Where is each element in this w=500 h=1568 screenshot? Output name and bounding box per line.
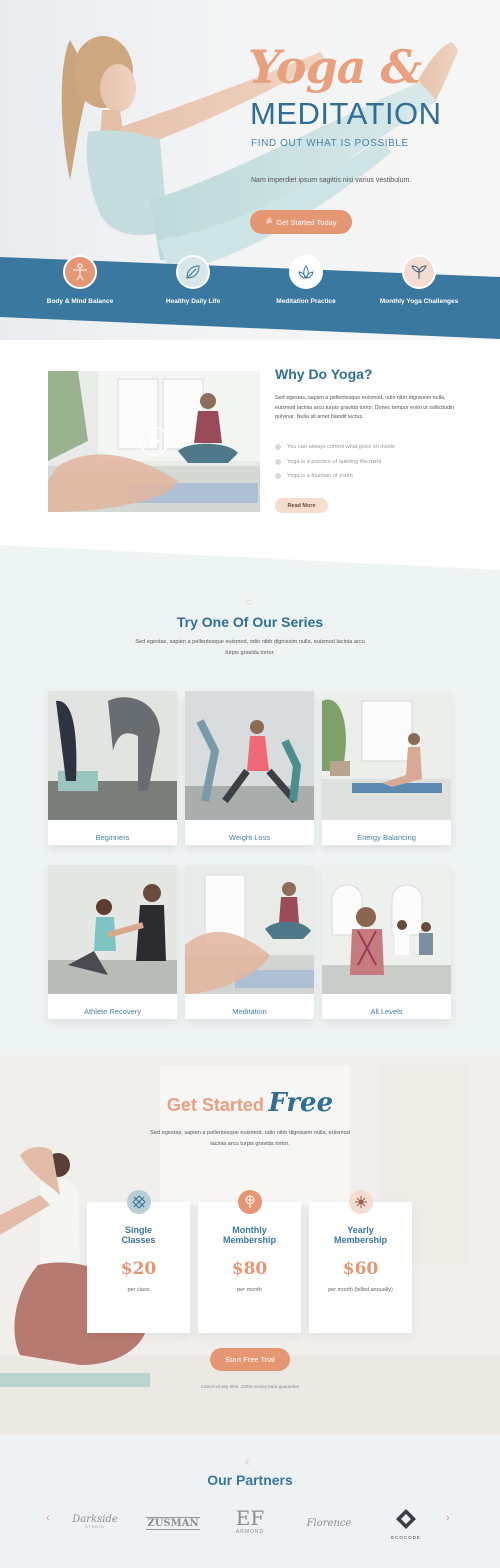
card-caption: Beginners <box>95 833 130 842</box>
start-free-trial-button[interactable]: Start Free Trial <box>210 1348 290 1371</box>
feature-label: Monthly Yoga Challenges <box>379 298 459 305</box>
partner-logo-armond[interactable]: EF ARMOND <box>228 1507 272 1535</box>
feature-label: Healthy Daily Life <box>165 298 221 305</box>
partners-section <box>0 1435 500 1568</box>
check-icon <box>275 444 281 451</box>
partners-title: Our Partners <box>207 1472 293 1488</box>
feature-label: Meditation Practice <box>276 298 336 305</box>
feature-healthy-life[interactable]: Healthy Daily Life <box>138 255 248 305</box>
moon-icon: ☾ <box>245 1458 253 1467</box>
plan-price: $80 <box>231 1259 268 1279</box>
why-points: You can always control what goes on insi… <box>275 440 395 484</box>
why-yoga-video[interactable] <box>48 371 260 512</box>
card-caption: All Levels <box>370 1007 403 1016</box>
why-yoga-section: Why Do Yoga? Sed egestas, sapien a pelle… <box>0 340 500 570</box>
lattice-icon <box>126 1190 151 1214</box>
feature-label: Body & Mind Balance <box>46 298 114 305</box>
hero-script-title: Yoga & <box>248 40 422 94</box>
partner-logo-zusman[interactable]: ZUSMAN <box>146 1517 200 1530</box>
hero-subtitle: FIND OUT WHAT IS POSSIBLE <box>251 138 409 149</box>
plan-yearly[interactable]: Yearly Membership $60 per month (billed a… <box>309 1190 412 1333</box>
list-item: Yoga is a fountain of youth <box>275 469 395 484</box>
card-photo <box>48 691 177 820</box>
plan-title: Monthly Membership <box>222 1225 276 1245</box>
card-caption: Meditation <box>232 1007 267 1016</box>
card-photo <box>322 865 451 994</box>
plan-period: per month (billed annually) <box>328 1287 393 1293</box>
lotus-icon <box>289 255 323 289</box>
series-title: Try One Of Our Series <box>176 614 324 630</box>
plan-period: per month <box>237 1287 262 1293</box>
read-more-button[interactable]: Read More <box>275 498 328 513</box>
hero-section: Yoga & MEDITATION FIND OUT WHAT IS POSSI… <box>0 0 500 340</box>
plan-price: $20 <box>120 1259 157 1279</box>
series-body: Sed egestas, sapien a pellentesque euism… <box>135 639 365 656</box>
series-card-weight-loss[interactable]: Weight Loss <box>185 691 314 845</box>
leaf-icon <box>176 255 210 289</box>
get-started-title-b: Free <box>268 1088 334 1118</box>
person-balance-icon <box>63 255 97 289</box>
plan-period: per class <box>127 1287 150 1293</box>
series-card-energy[interactable]: Energy Balancing <box>322 691 451 845</box>
series-card-all-levels[interactable]: All Levels <box>322 865 451 1019</box>
sprout-icon <box>402 255 436 289</box>
get-started-title: Get Started Free <box>0 1088 500 1118</box>
get-started-title-a: Get Started <box>166 1095 264 1115</box>
partner-logo-darkside[interactable]: Darkside STUDIO <box>66 1514 124 1529</box>
chevron-right-icon[interactable]: › <box>446 1512 450 1524</box>
series-card-meditation[interactable]: Meditation <box>185 865 314 1019</box>
tree-icon <box>237 1190 262 1214</box>
card-photo <box>48 865 177 994</box>
plan-title: Yearly Membership <box>333 1225 387 1245</box>
list-item: You can always control what goes on insi… <box>275 440 395 455</box>
plan-price: $60 <box>342 1259 379 1279</box>
om-icon: ॐ <box>265 217 273 226</box>
check-icon <box>275 473 281 480</box>
mandala-icon <box>348 1190 373 1214</box>
get-started-label: Get Started Today <box>276 217 337 227</box>
feature-challenges[interactable]: Monthly Yoga Challenges <box>364 255 474 305</box>
get-started-body: Sed egestas, sapien a pellentesque euism… <box>150 1130 350 1147</box>
why-title: Why Do Yoga? <box>275 366 373 382</box>
feature-body-mind[interactable]: Body & Mind Balance <box>25 255 135 305</box>
plan-monthly[interactable]: Monthly Membership $80 per month <box>198 1190 301 1333</box>
chevron-left-icon[interactable]: ‹ <box>46 1512 50 1524</box>
plan-title: Single Classes <box>121 1225 156 1245</box>
check-icon <box>275 458 281 465</box>
card-photo <box>322 691 451 820</box>
series-card-athlete[interactable]: Athlete Recovery <box>48 865 177 1019</box>
card-caption: Athlete Recovery <box>83 1007 142 1016</box>
series-card-beginners[interactable]: Beginners <box>48 691 177 845</box>
card-photo <box>185 865 314 994</box>
heart-icon: ♡ <box>246 600 253 607</box>
card-photo <box>185 691 314 820</box>
partner-logo-florence[interactable]: Florence <box>302 1518 356 1529</box>
guarantee-text: Cancel at any time. 100% money back guar… <box>200 1384 300 1389</box>
get-started-button[interactable]: ॐ Get Started Today <box>250 210 352 234</box>
partner-logo-ecocode[interactable]: ECOCODE <box>384 1508 428 1540</box>
card-caption: Weight Loss <box>228 833 271 842</box>
hero-body: Nam imperdiet ipsum sagittis nisi varius… <box>251 177 412 184</box>
card-caption: Energy Balancing <box>357 833 416 842</box>
plan-single[interactable]: Single Classes $20 per class <box>87 1190 190 1333</box>
feature-meditation[interactable]: Meditation Practice <box>251 255 361 305</box>
hero-title: MEDITATION <box>250 96 442 131</box>
why-body: Sed egestas, sapien a pellentesque euism… <box>275 395 455 421</box>
ecocode-icon <box>396 1509 416 1529</box>
list-item: Yoga is a practice of quieting the mind <box>275 455 395 470</box>
